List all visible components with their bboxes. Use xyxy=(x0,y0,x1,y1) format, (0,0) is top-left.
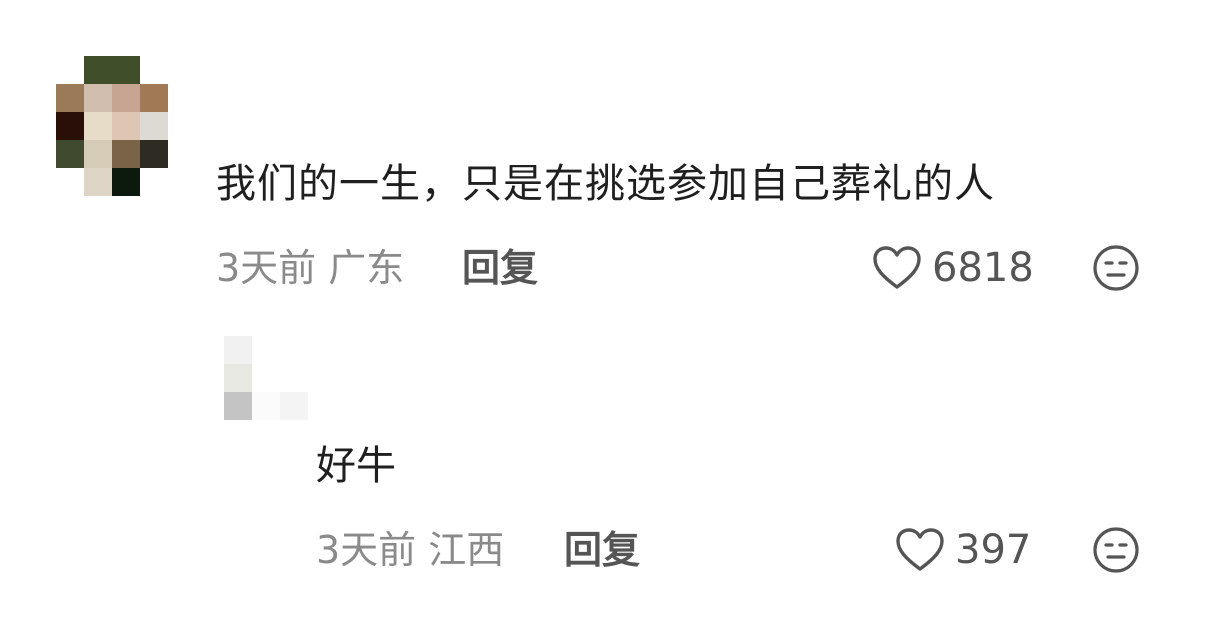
avatar-pixel xyxy=(84,168,112,196)
like-count: 397 xyxy=(955,527,1032,573)
like-button[interactable]: 6818 xyxy=(872,244,1034,292)
avatar-pixel xyxy=(224,364,252,392)
avatar-pixel xyxy=(280,364,308,392)
avatar-pixel xyxy=(224,336,252,364)
reply-button[interactable]: 回复 xyxy=(564,528,640,572)
avatar-pixel xyxy=(140,56,168,84)
like-count: 6818 xyxy=(932,245,1034,291)
reply-comment-item: 好牛 3天前 江西 回复 397 xyxy=(0,330,1216,637)
avatar-pixel xyxy=(308,392,336,420)
avatar-pixel xyxy=(280,336,308,364)
avatar[interactable] xyxy=(56,56,168,196)
avatar-pixel xyxy=(56,112,84,140)
comment-item: 我们的一生，只是在挑选参加自己葬礼的人 3天前 广东 回复 6818 xyxy=(0,0,1216,330)
avatar-pixel xyxy=(84,112,112,140)
avatar-pixel xyxy=(56,56,84,84)
avatar-pixel xyxy=(140,168,168,196)
avatar-pixel xyxy=(112,168,140,196)
avatar-pixel xyxy=(112,84,140,112)
comment-meta: 3天前 广东 xyxy=(216,246,405,290)
avatar-pixel xyxy=(84,140,112,168)
avatar-pixel xyxy=(252,336,280,364)
avatar-pixel xyxy=(56,84,84,112)
avatar-pixel xyxy=(252,392,280,420)
heart-outline-icon xyxy=(896,528,944,571)
avatar-pixel xyxy=(112,140,140,168)
heart-outline-icon xyxy=(873,246,921,289)
avatar-pixel xyxy=(112,112,140,140)
avatar-pixel xyxy=(308,364,336,392)
avatar-pixel xyxy=(84,56,112,84)
avatar-pixel xyxy=(84,84,112,112)
reply-button[interactable]: 回复 xyxy=(462,246,538,290)
avatar-pixel xyxy=(308,336,336,364)
expressionless-face-icon[interactable] xyxy=(1092,244,1140,292)
comment-text: 好牛 xyxy=(316,443,396,489)
like-button[interactable]: 397 xyxy=(895,526,1031,574)
comment-text: 我们的一生，只是在挑选参加自己葬礼的人 xyxy=(216,161,995,207)
avatar-pixel xyxy=(140,84,168,112)
avatar-pixel xyxy=(252,364,280,392)
avatar-pixel xyxy=(280,392,308,420)
avatar-pixel xyxy=(224,392,252,420)
avatar-pixel xyxy=(112,56,140,84)
expressionless-face-icon[interactable] xyxy=(1092,526,1140,574)
avatar-pixel xyxy=(56,168,84,196)
avatar-pixel xyxy=(140,112,168,140)
avatar-pixel xyxy=(56,140,84,168)
avatar-pixel xyxy=(140,140,168,168)
comment-meta: 3天前 江西 xyxy=(316,528,505,572)
